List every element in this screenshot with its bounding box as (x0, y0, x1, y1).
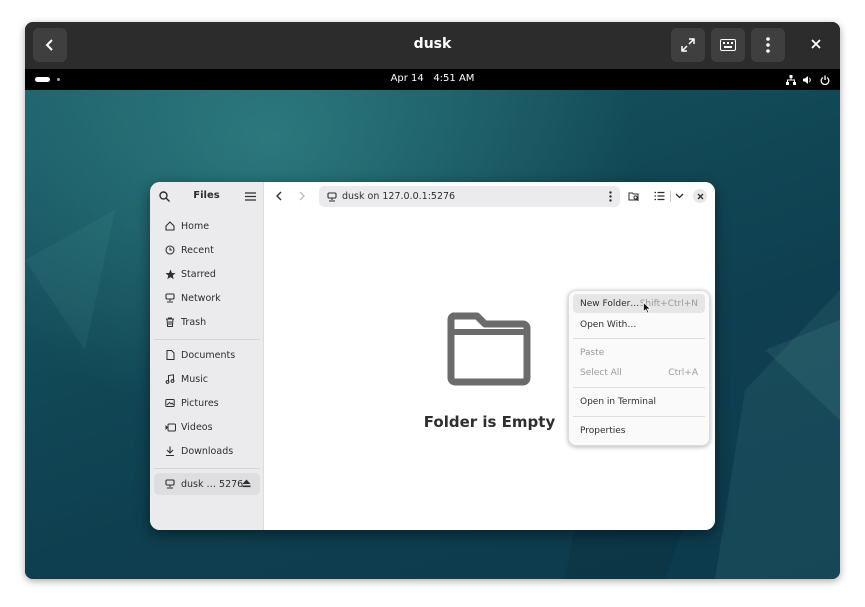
sidebar-item-dusk-mount[interactable]: dusk … 5276 (154, 473, 260, 495)
titlebar: dusk (25, 22, 840, 69)
context-menu: New Folder… Shift+Ctrl+N Open With… Past… (568, 290, 710, 446)
clock-time: 4:51 AM (433, 73, 475, 84)
list-view-icon (654, 191, 664, 201)
chevron-right-icon (299, 191, 305, 201)
menu-separator (573, 338, 705, 339)
main-view[interactable]: dusk on 127.0.0.1:5276 Folder is Empty N… (264, 182, 715, 530)
path-bar[interactable]: dusk on 127.0.0.1:5276 (319, 186, 620, 207)
path-menu-button[interactable] (609, 191, 612, 202)
sidebar-item-label: Home (181, 220, 210, 232)
sidebar-item-recent[interactable]: Recent (154, 239, 260, 261)
folder-search-icon (628, 192, 639, 201)
close-icon (811, 39, 821, 49)
close-icon (697, 193, 703, 199)
sidebar-separator (154, 468, 260, 469)
document-icon (162, 350, 178, 360)
close-button[interactable] (806, 34, 826, 54)
main-menu-button[interactable] (243, 189, 257, 203)
sidebar-item-label: Trash (181, 316, 207, 328)
view-divider (670, 191, 671, 202)
chevron-left-icon (276, 191, 282, 201)
keyboard-icon (720, 39, 736, 51)
power-icon (820, 75, 830, 85)
top-bar: Apr 14 4:51 AM (25, 69, 840, 90)
clock-date: Apr 14 (390, 73, 424, 84)
clock-icon (162, 245, 178, 255)
view-mode-button[interactable] (652, 189, 666, 203)
search-folder-button[interactable] (627, 189, 641, 203)
menu-separator (573, 416, 705, 417)
trash-icon (162, 317, 178, 327)
sidebar-separator (154, 339, 260, 340)
sidebar-item-label: Downloads (181, 445, 234, 457)
sidebar-item-label: Music (181, 373, 209, 385)
sidebar-item-label: Starred (181, 268, 216, 280)
menu-item-label: Select All (580, 367, 622, 378)
picture-icon (162, 398, 178, 408)
menu-item-properties[interactable]: Properties (573, 421, 705, 440)
menu-item-label: Open With… (580, 319, 637, 330)
desktop: Files Home Recent Starred Network Trash … (25, 90, 840, 579)
menu-item-label: New Folder… (580, 298, 640, 309)
sidebar-item-label: Documents (181, 349, 236, 361)
sidebar-item-documents[interactable]: Documents (154, 344, 260, 366)
sidebar-item-starred[interactable]: Starred (154, 263, 260, 285)
fullscreen-button[interactable] (671, 28, 705, 62)
sidebar-item-pictures[interactable]: Pictures (154, 392, 260, 414)
video-icon (162, 423, 178, 432)
sidebar-item-downloads[interactable]: Downloads (154, 440, 260, 462)
vertical-dots-icon (766, 37, 770, 53)
files-window: Files Home Recent Starred Network Trash … (150, 182, 715, 530)
status-area[interactable] (786, 73, 830, 86)
sidebar-item-videos[interactable]: Videos (154, 416, 260, 438)
sidebar-item-home[interactable]: Home (154, 215, 260, 237)
network-drive-icon (327, 191, 337, 202)
expand-icon (681, 38, 695, 52)
download-icon (162, 446, 178, 456)
menu-item-select-all[interactable]: Select All Ctrl+A (573, 363, 705, 382)
hamburger-icon (244, 191, 256, 201)
window-close-button[interactable] (693, 189, 707, 203)
forward-nav-button[interactable] (295, 189, 309, 203)
menu-item-label: Properties (580, 425, 626, 436)
sidebar: Files Home Recent Starred Network Trash … (150, 182, 264, 530)
menu-item-new-folder[interactable]: New Folder… Shift+Ctrl+N (573, 294, 705, 313)
view-options-button[interactable] (672, 189, 686, 203)
menu-item-open-with[interactable]: Open With… (573, 315, 705, 334)
back-nav-button[interactable] (272, 189, 286, 203)
folder-icon (447, 312, 531, 386)
sidebar-item-label: Pictures (181, 397, 219, 409)
network-icon (162, 293, 178, 303)
music-icon (162, 374, 178, 384)
sidebar-item-trash[interactable]: Trash (154, 311, 260, 333)
menu-item-label: Paste (580, 347, 605, 358)
menu-item-label: Open in Terminal (580, 396, 656, 407)
vertical-dots-icon (609, 191, 612, 202)
eject-button[interactable] (242, 479, 252, 489)
eject-icon (242, 479, 251, 488)
volume-icon (803, 75, 811, 84)
clock[interactable]: Apr 14 4:51 AM (25, 73, 840, 84)
star-icon (162, 269, 178, 280)
menu-item-paste[interactable]: Paste (573, 343, 705, 362)
network-drive-icon (162, 479, 178, 489)
menu-item-open-in-terminal[interactable]: Open in Terminal (573, 392, 705, 411)
network-icon (786, 74, 796, 85)
menu-separator (573, 387, 705, 388)
sidebar-item-label: Recent (181, 244, 214, 256)
sidebar-item-label: Network (181, 292, 221, 304)
sidebar-item-music[interactable]: Music (154, 368, 260, 390)
sidebar-item-label: Videos (181, 421, 213, 433)
sidebar-item-label: dusk … 5276 (181, 478, 244, 490)
mouse-pointer-icon (643, 302, 651, 314)
sidebar-item-network[interactable]: Network (154, 287, 260, 309)
chevron-down-icon (675, 193, 683, 199)
menu-item-shortcut: Ctrl+A (668, 367, 698, 378)
sidebar-header: Files (150, 182, 263, 210)
keyboard-button[interactable] (711, 28, 745, 62)
window-menu-button[interactable] (751, 28, 785, 62)
home-icon (162, 221, 178, 231)
app-window-frame: dusk Apr 14 4:51 AM Files Home Recent St… (25, 22, 840, 579)
path-label: dusk on 127.0.0.1:5276 (342, 191, 456, 202)
